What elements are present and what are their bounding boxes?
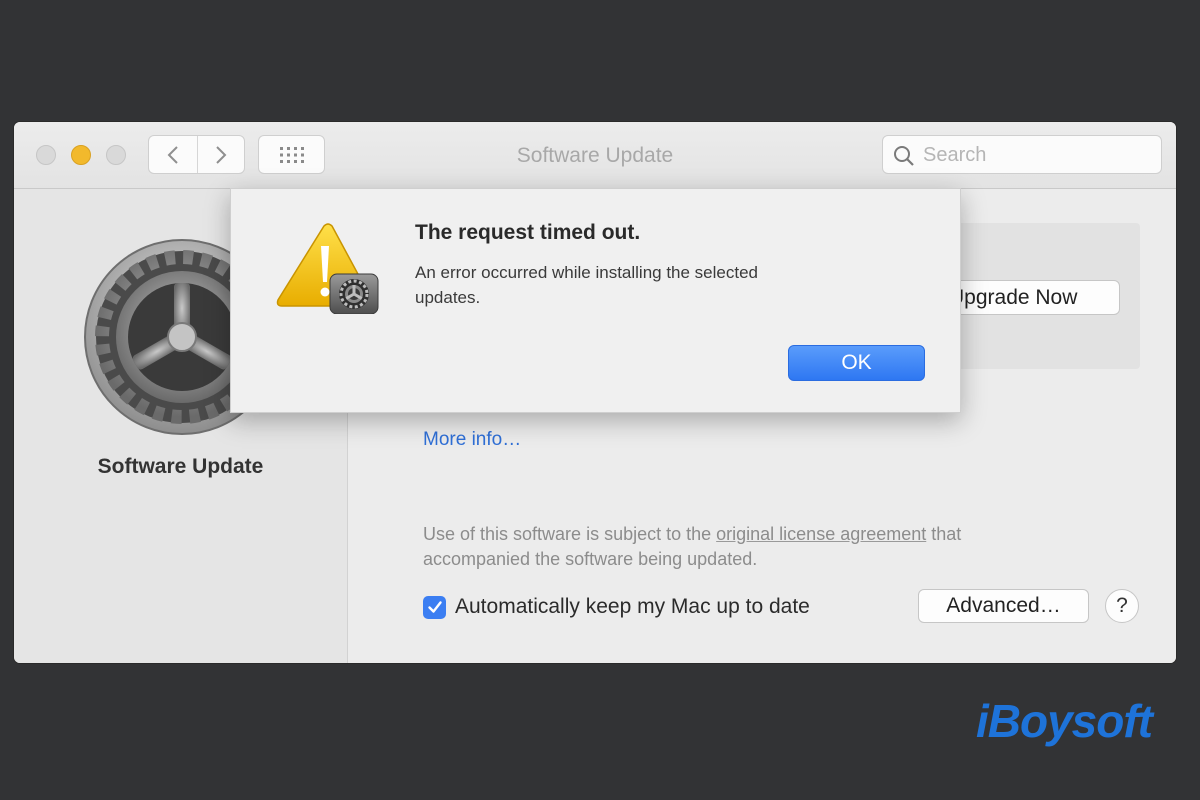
license-agreement-link[interactable]: original license agreement (716, 524, 926, 544)
auto-update-checkbox[interactable] (423, 595, 446, 619)
checkmark-icon (427, 601, 442, 613)
search-icon (894, 146, 914, 166)
search-placeholder: Search (923, 144, 987, 166)
upgrade-now-button[interactable]: Upgrade Now (938, 280, 1120, 315)
ok-button[interactable]: OK (788, 345, 925, 381)
search-field[interactable]: Search (882, 135, 1162, 174)
error-dialog: The request timed out. An error occurred… (230, 188, 961, 413)
license-text-prefix: Use of this software is subject to the (423, 524, 717, 544)
advanced-button[interactable]: Advanced… (918, 589, 1089, 623)
auto-update-label: Automatically keep my Mac up to date (455, 595, 810, 618)
license-text: Use of this software is subject to the o… (423, 522, 1063, 572)
title-bar: Software Update Search (14, 122, 1176, 189)
iboysoft-watermark: iBoysoft (976, 695, 1153, 747)
warning-icon (276, 223, 379, 314)
sidebar-title: Software Update (97, 455, 264, 478)
dialog-message: An error occurred while installing the s… (415, 263, 759, 307)
auto-update-option[interactable]: Automatically keep my Mac up to date (423, 593, 810, 621)
dialog-title: The request timed out. (415, 221, 641, 244)
help-button[interactable]: ? (1105, 589, 1139, 623)
more-info-link[interactable]: More info… (423, 429, 521, 451)
